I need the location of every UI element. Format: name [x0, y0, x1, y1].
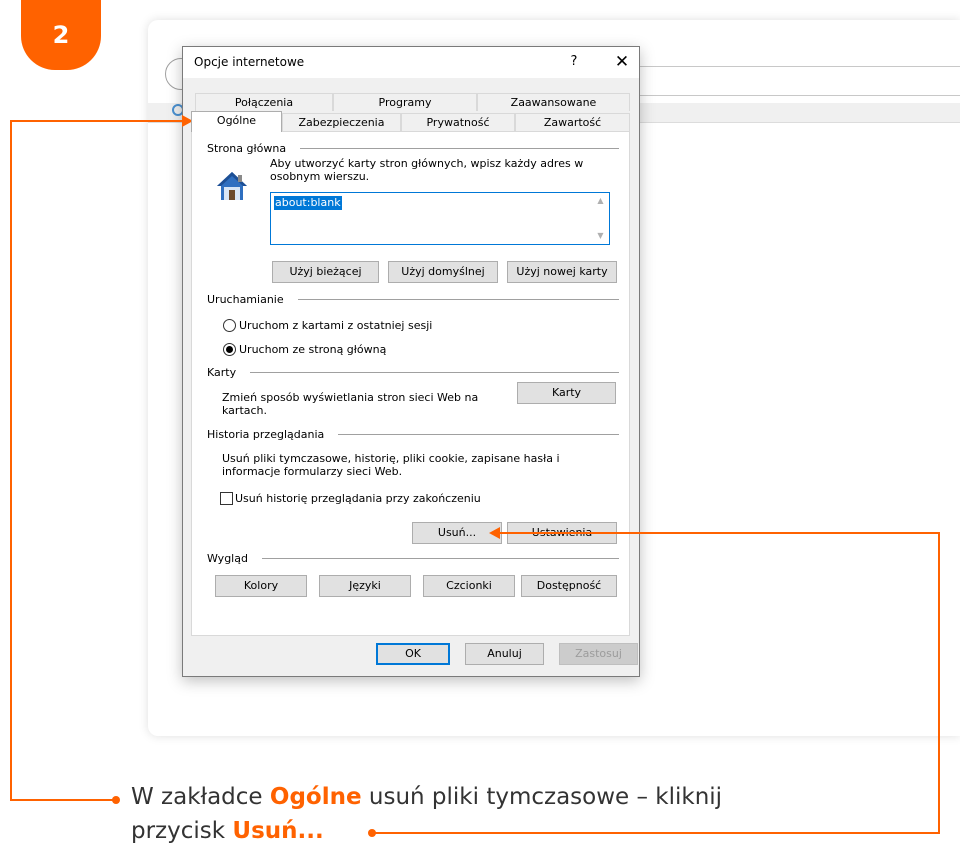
caption-delete-highlight: Usuń...: [232, 818, 324, 844]
startup-home-page-radio[interactable]: [223, 343, 236, 356]
callout-line-general-top: [10, 120, 186, 122]
tab-security[interactable]: Zabezpieczenia: [282, 113, 401, 131]
tabs-group-label: Karty: [207, 366, 237, 379]
home-page-url-value: about:blank: [274, 196, 342, 210]
tab-programs[interactable]: Programy: [333, 93, 477, 111]
cancel-button[interactable]: Anuluj: [465, 643, 544, 665]
delete-history-on-exit-checkbox[interactable]: [220, 492, 233, 505]
history-group: Historia przeglądania: [207, 428, 619, 441]
appearance-group: Wygląd: [207, 552, 619, 565]
appearance-group-label: Wygląd: [207, 552, 248, 565]
startup-last-session-radio[interactable]: [223, 319, 236, 332]
apply-button: Zastosuj: [559, 643, 638, 665]
home-description: Aby utworzyć karty stron głównych, wpisz…: [270, 157, 584, 183]
callout-arrow-delete-icon: [489, 527, 500, 539]
fonts-button[interactable]: Czcionki: [423, 575, 515, 597]
home-page-group-label: Strona główna: [207, 142, 287, 155]
languages-button[interactable]: Języki: [319, 575, 411, 597]
delete-history-on-exit-label[interactable]: Usuń historię przeglądania przy zakończe…: [235, 492, 481, 505]
address-bar-line: [624, 66, 960, 67]
history-description: Usuń pliki tymczasowe, historię, pliki c…: [222, 452, 560, 478]
dialog-titlebar: Opcje internetowe ? ✕: [183, 47, 639, 78]
tabs-description: Zmień sposób wyświetlania stron sieci We…: [222, 391, 479, 417]
scroll-up-icon[interactable]: ▲: [592, 193, 609, 209]
internet-options-dialog: Opcje internetowe ? ✕ Połączenia Program…: [182, 46, 640, 677]
callout-line-general-bottom: [10, 799, 115, 801]
close-button[interactable]: ✕: [610, 51, 634, 73]
tab-advanced[interactable]: Zaawansowane: [477, 93, 630, 111]
house-icon: [217, 172, 247, 200]
history-group-label: Historia przeglądania: [207, 428, 325, 441]
tabs-group: Karty: [207, 366, 619, 379]
home-page-url-input[interactable]: about:blank ▲ ▼: [270, 192, 610, 245]
startup-last-session-label[interactable]: Uruchom z kartami z ostatniej sesji: [239, 319, 432, 332]
tabs-settings-button[interactable]: Karty: [517, 382, 616, 404]
callout-line-general-vertical: [10, 120, 12, 801]
textarea-scrollbar[interactable]: ▲ ▼: [592, 193, 609, 244]
startup-group-label: Uruchamianie: [207, 293, 284, 306]
callout-line-delete-vertical: [938, 532, 940, 834]
use-default-button[interactable]: Użyj domyślnej: [388, 261, 498, 283]
instruction-caption: W zakładce Ogólne usuń pliki tymczasowe …: [131, 784, 723, 844]
scroll-down-icon[interactable]: ▼: [592, 228, 609, 244]
help-button[interactable]: ?: [562, 51, 586, 73]
colors-button[interactable]: Kolory: [215, 575, 307, 597]
ok-button[interactable]: OK: [376, 643, 450, 665]
tab-privacy[interactable]: Prywatność: [401, 113, 515, 131]
accessibility-button[interactable]: Dostępność: [521, 575, 617, 597]
step-badge: 2: [21, 0, 101, 70]
caption-general-highlight: Ogólne: [269, 784, 362, 810]
tab-general[interactable]: Ogólne: [191, 111, 282, 132]
tab-content[interactable]: Zawartość: [515, 113, 630, 131]
home-page-group: Strona główna: [207, 142, 619, 155]
startup-group: Uruchamianie: [207, 293, 619, 306]
dialog-title: Opcje internetowe: [194, 55, 305, 69]
use-current-button[interactable]: Użyj bieżącej: [272, 261, 379, 283]
callout-line-delete-top: [500, 532, 940, 534]
use-new-tab-button[interactable]: Użyj nowej karty: [507, 261, 617, 283]
callout-dot-general-icon: [112, 796, 120, 804]
startup-home-page-label[interactable]: Uruchom ze stroną główną: [239, 343, 386, 356]
tab-connections[interactable]: Połączenia: [195, 93, 333, 111]
toolbar-line: [624, 95, 960, 96]
